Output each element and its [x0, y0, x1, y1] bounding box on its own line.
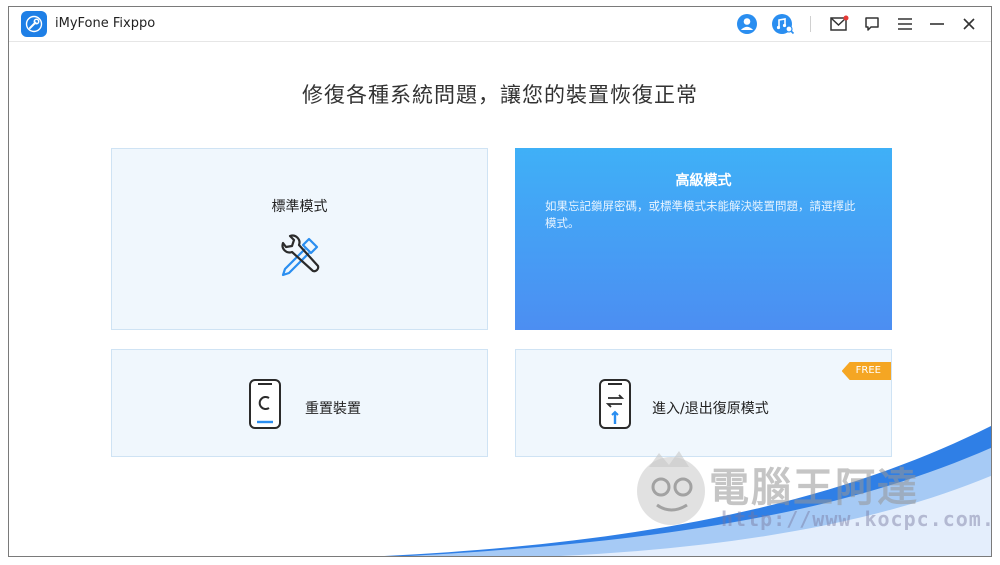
- app-window: iMyFone Fixppo 修復各種系統問題，讓您的裝置恢復正常 標準模式 高…: [8, 6, 992, 557]
- mascot-logo: [631, 439, 709, 535]
- watermark-title: 電腦王阿達: [709, 465, 919, 511]
- watermark-url: http://www.kocpc.com.tw: [721, 507, 992, 531]
